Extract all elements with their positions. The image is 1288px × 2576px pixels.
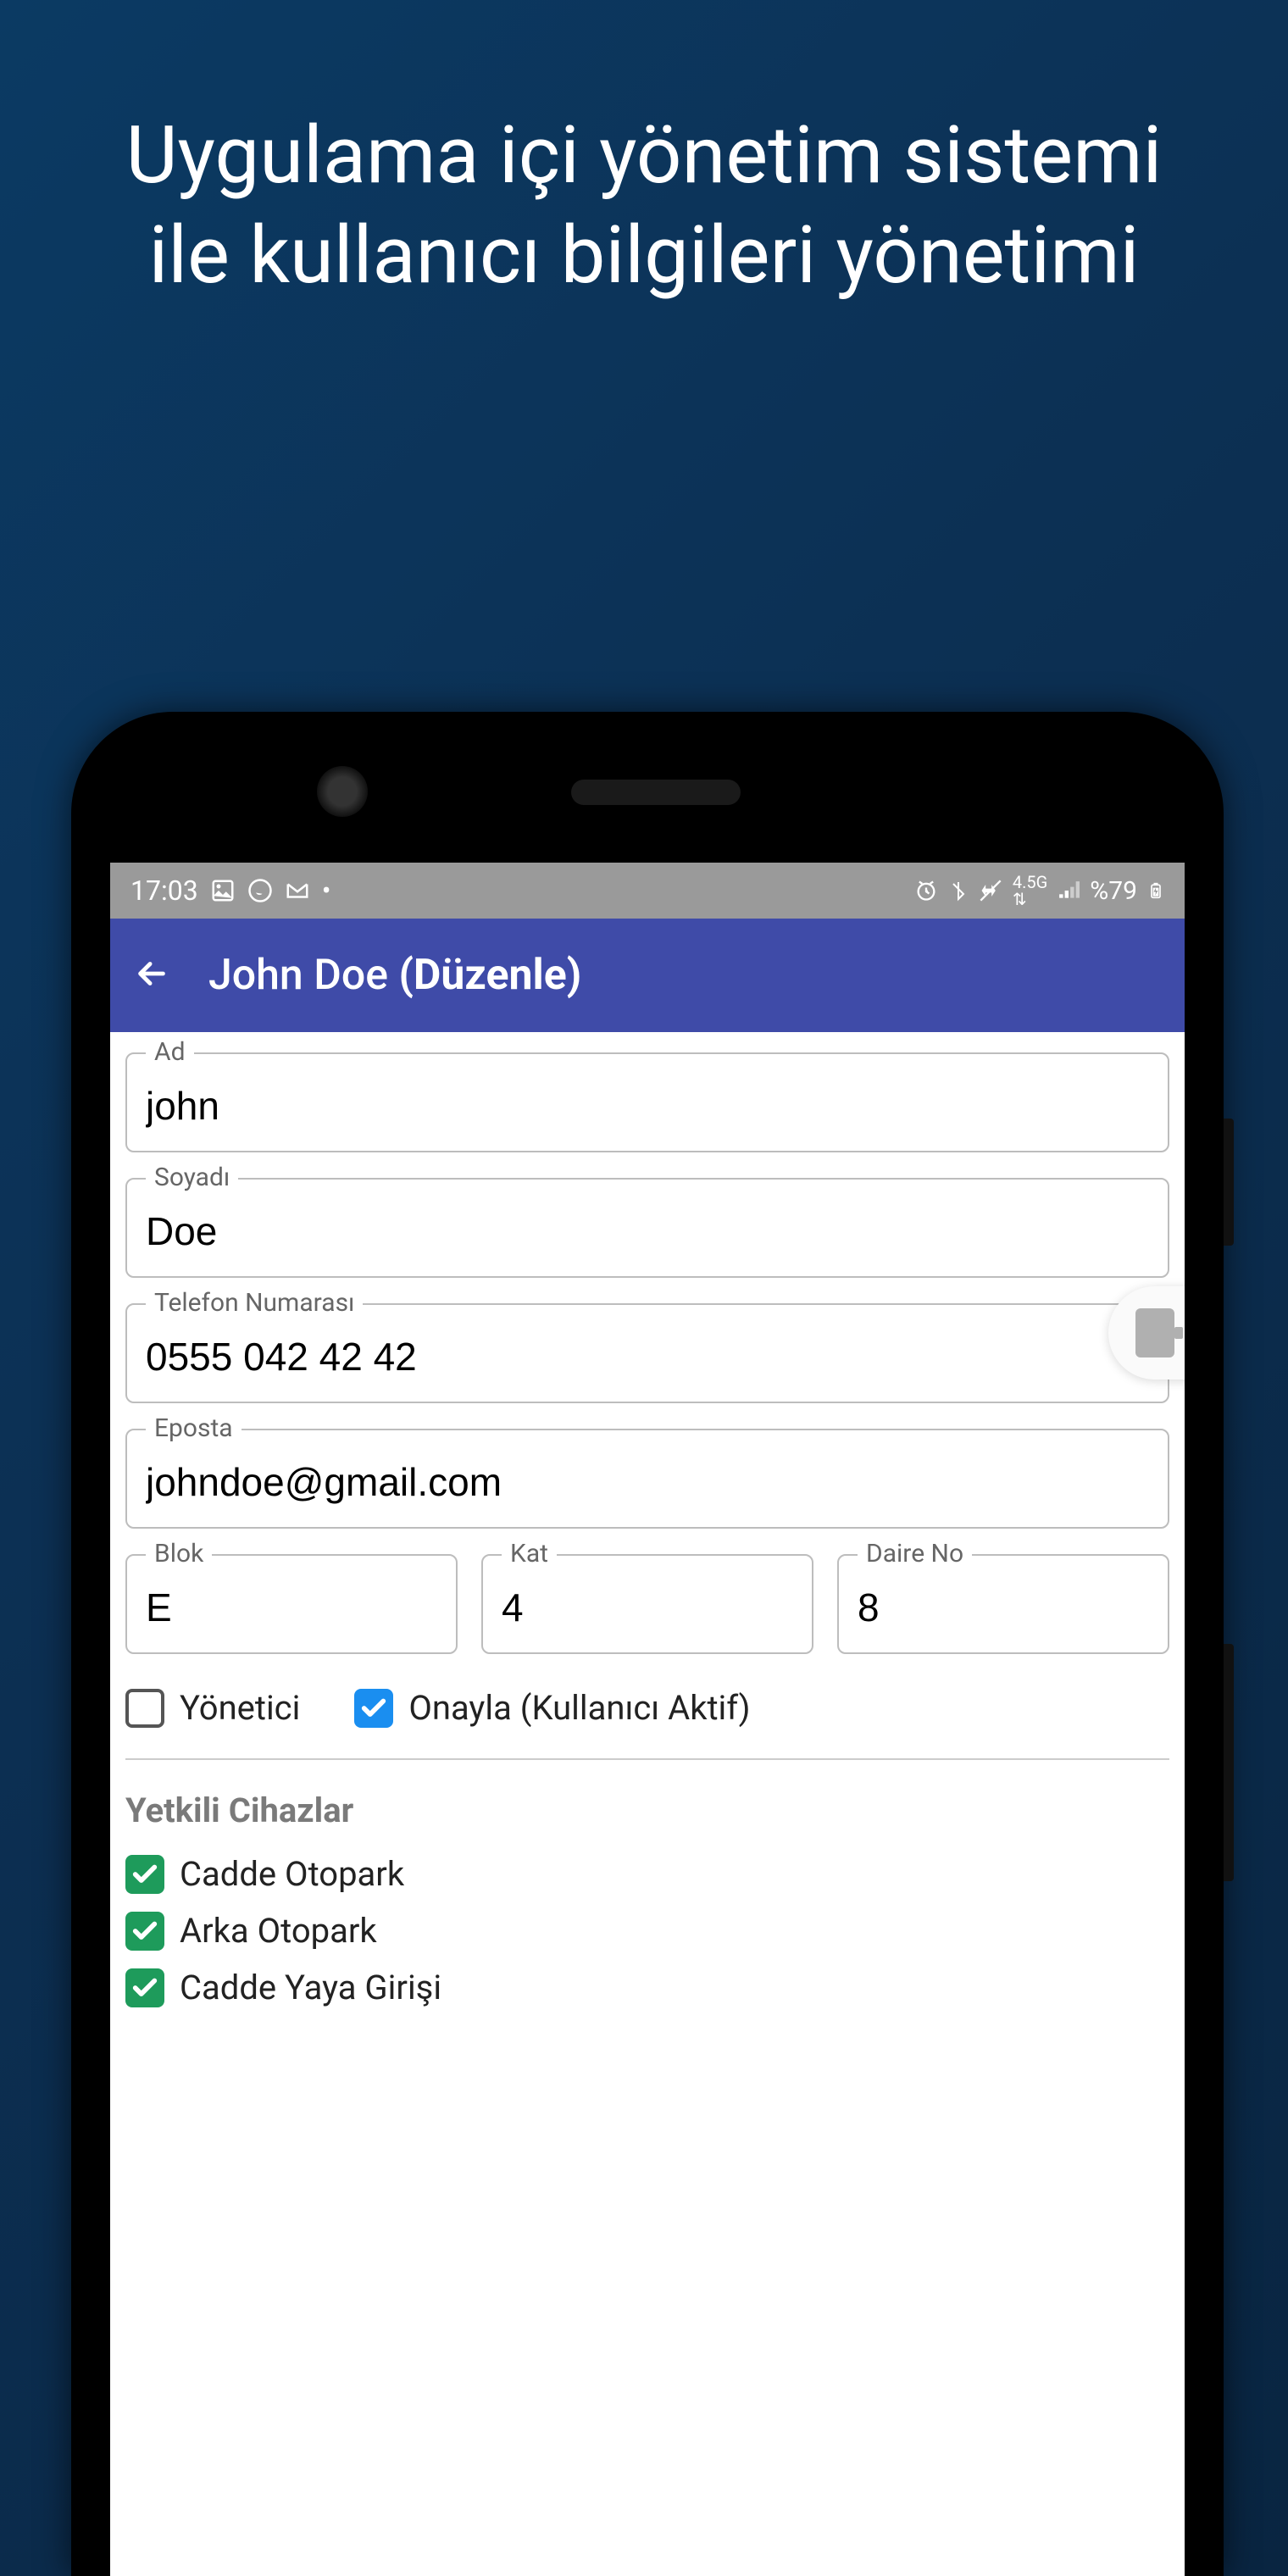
status-right: 4.5G⇅ %79 (914, 874, 1164, 908)
device-checkbox[interactable]: Arka Otopark (125, 1911, 1169, 1951)
field-telefon: Telefon Numarası (125, 1303, 1169, 1403)
vibrate-icon (979, 879, 1002, 902)
device-label: Cadde Otopark (180, 1854, 404, 1894)
devices-heading: Yetkili Cihazlar (125, 1790, 1169, 1830)
blok-input[interactable] (125, 1554, 458, 1654)
device-icon (1135, 1308, 1174, 1357)
network-type-icon: 4.5G⇅ (1013, 874, 1047, 908)
status-bar: 17:03 • (110, 863, 1185, 919)
phone-camera (317, 766, 368, 817)
app-bar: John Doe (Düzenle) (110, 919, 1185, 1032)
checkbox-checked-icon (354, 1689, 393, 1728)
field-label: Daire No (858, 1539, 972, 1568)
device-label: Arka Otopark (180, 1911, 377, 1951)
status-left: 17:03 • (130, 874, 330, 907)
checkbox-label: Onayla (Kullanıcı Aktif) (408, 1688, 750, 1728)
signal-icon (1058, 880, 1080, 902)
more-dot-icon: • (322, 874, 331, 907)
eposta-input[interactable] (125, 1429, 1169, 1529)
field-eposta: Eposta (125, 1429, 1169, 1529)
field-label: Telefon Numarası (146, 1288, 363, 1318)
checkbox-unchecked-icon (125, 1689, 164, 1728)
field-label: Ad (146, 1037, 194, 1067)
checkbox-label: Yönetici (180, 1688, 300, 1728)
form-content: Ad Soyadı Telefon Numarası Eposta Blok (110, 1032, 1185, 2007)
checkbox-checked-icon (125, 1912, 164, 1951)
phone-screen: 17:03 • (110, 863, 1185, 2576)
battery-icon (1147, 878, 1164, 903)
whatsapp-icon (247, 878, 273, 903)
phone-side-button (1224, 1644, 1234, 1881)
status-time: 17:03 (130, 874, 198, 907)
field-label: Blok (146, 1539, 212, 1568)
device-checkbox[interactable]: Cadde Otopark (125, 1854, 1169, 1894)
telefon-input[interactable] (125, 1303, 1169, 1403)
onayla-checkbox[interactable]: Onayla (Kullanıcı Aktif) (354, 1688, 750, 1728)
field-ad: Ad (125, 1052, 1169, 1152)
yonetici-checkbox[interactable]: Yönetici (125, 1688, 300, 1728)
image-icon (210, 878, 236, 903)
phone-side-button (1224, 1119, 1234, 1246)
divider (125, 1758, 1169, 1760)
device-checkbox[interactable]: Cadde Yaya Girişi (125, 1968, 1169, 2007)
soyadi-input[interactable] (125, 1178, 1169, 1278)
field-blok: Blok (125, 1554, 458, 1654)
checkbox-row: Yönetici Onayla (Kullanıcı Aktif) (125, 1679, 1169, 1758)
battery-text: %79 (1090, 876, 1137, 906)
phone-frame: 17:03 • (71, 712, 1224, 2576)
bluetooth-icon (948, 879, 969, 902)
app-title-action: (Düzenle) (398, 951, 581, 1000)
field-label: Kat (502, 1539, 557, 1568)
mail-icon (285, 878, 310, 903)
ad-input[interactable] (125, 1052, 1169, 1152)
checkbox-checked-icon (125, 1855, 164, 1894)
promo-text: Uygulama içi yönetim sistemi ile kullanı… (0, 0, 1288, 305)
kat-input[interactable] (481, 1554, 813, 1654)
field-soyadi: Soyadı (125, 1178, 1169, 1278)
checkbox-checked-icon (125, 1968, 164, 2007)
field-daire: Daire No (837, 1554, 1169, 1654)
phone-speaker (571, 780, 741, 805)
field-label: Soyadı (146, 1163, 238, 1192)
app-title-name: John Doe (208, 951, 388, 1000)
back-arrow-icon[interactable] (132, 954, 171, 997)
daire-input[interactable] (837, 1554, 1169, 1654)
alarm-icon (914, 879, 938, 902)
device-label: Cadde Yaya Girişi (180, 1968, 441, 2007)
field-label: Eposta (146, 1413, 242, 1443)
field-kat: Kat (481, 1554, 813, 1654)
app-title: John Doe (Düzenle) (208, 951, 581, 1000)
